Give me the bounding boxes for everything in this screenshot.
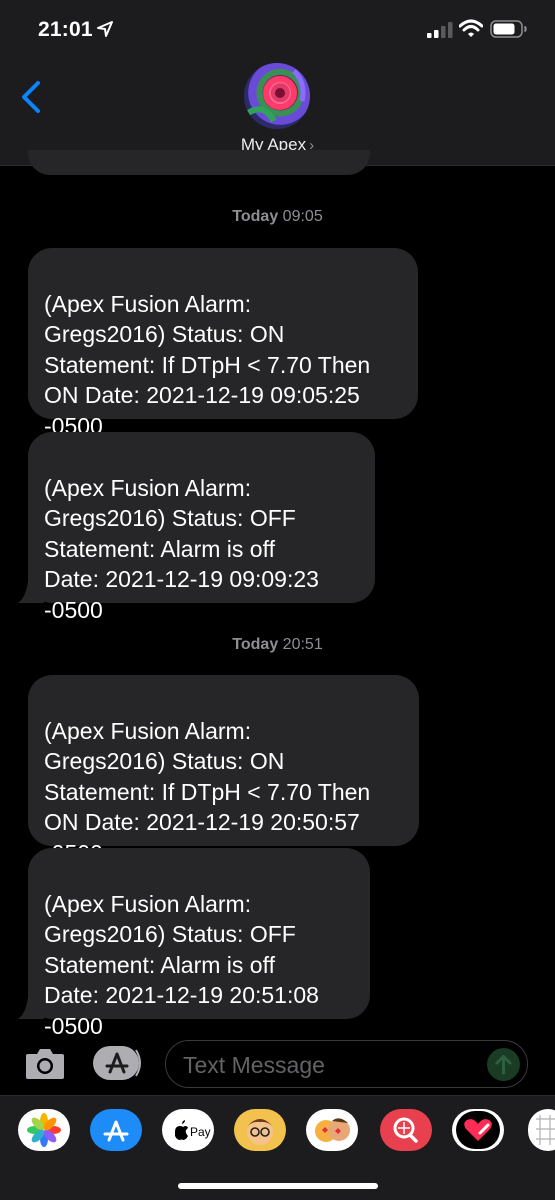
apple-pay-icon[interactable]: Pay <box>162 1109 214 1151</box>
apple-pay-label: Pay <box>190 1125 211 1139</box>
memoji-icon[interactable] <box>234 1109 286 1151</box>
image-search-icon[interactable] <box>380 1109 432 1151</box>
message-bubble[interactable]: (Apex Fusion Alarm: Gregs2016) Status: O… <box>28 248 418 439</box>
message-bubble[interactable]: (Apex Fusion Alarm: Gregs2016) Status: O… <box>18 848 370 1039</box>
chevron-left-icon[interactable] <box>18 80 44 114</box>
memoji-stickers-icon[interactable] <box>306 1109 358 1151</box>
wifi-icon <box>459 19 483 37</box>
status-bar: 21:01 <box>0 0 555 60</box>
location-arrow-icon <box>97 21 113 37</box>
digital-touch-icon[interactable] <box>452 1109 504 1151</box>
app-store-icon[interactable] <box>90 1109 142 1151</box>
message-bubble[interactable]: (Apex Fusion Alarm: Gregs2016) Status: O… <box>18 432 375 623</box>
app-store-icon[interactable] <box>92 1045 142 1081</box>
cellular-signal-icon <box>427 22 453 38</box>
avatar[interactable] <box>244 63 310 129</box>
bubble-tail <box>18 581 44 603</box>
message-text: (Apex Fusion Alarm: Gregs2016) Status: O… <box>44 890 319 1039</box>
bubble-tail <box>18 997 44 1019</box>
camera-icon[interactable] <box>24 1045 66 1081</box>
send-button[interactable] <box>487 1048 520 1081</box>
message-input-field[interactable] <box>165 1040 528 1088</box>
timestamp: Today 20:51 <box>232 636 323 653</box>
message-text: (Apex Fusion Alarm: Gregs2016) Status: O… <box>44 474 319 623</box>
message-input[interactable] <box>183 1051 473 1079</box>
send-arrow-icon <box>495 1055 512 1075</box>
message-bubble[interactable]: (Apex Fusion Alarm: Gregs2016) Status: O… <box>28 675 419 866</box>
battery-icon <box>490 20 527 38</box>
previous-message-bubble <box>28 150 370 175</box>
status-time: 21:01 <box>38 18 93 41</box>
home-indicator[interactable] <box>178 1183 378 1189</box>
photos-icon[interactable] <box>18 1109 70 1151</box>
more-apps-icon[interactable] <box>528 1109 555 1151</box>
message-text: (Apex Fusion Alarm: Gregs2016) Status: O… <box>44 290 371 439</box>
timestamp: Today 09:05 <box>232 208 323 225</box>
message-text: (Apex Fusion Alarm: Gregs2016) Status: O… <box>44 717 371 866</box>
